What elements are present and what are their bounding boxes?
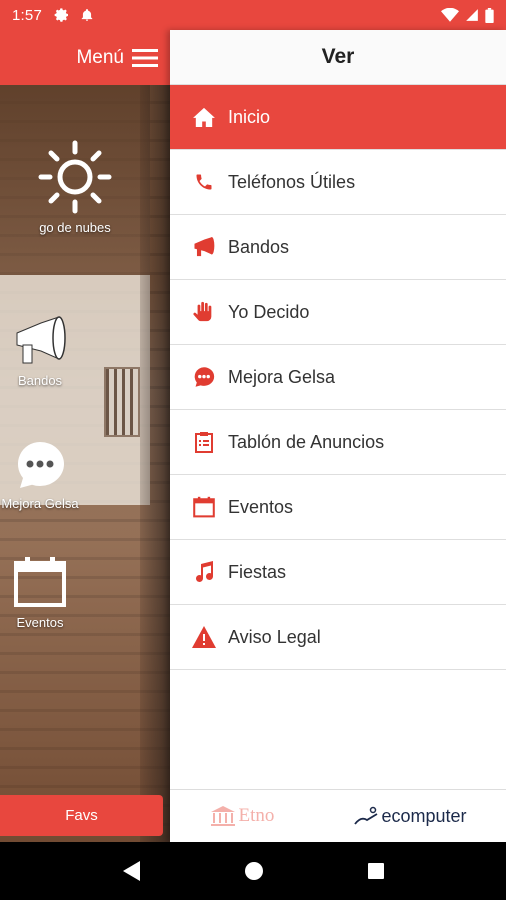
left-item-label: Eventos xyxy=(16,615,64,630)
megaphone-icon xyxy=(192,235,216,259)
warning-icon xyxy=(192,625,216,649)
left-item-weather[interactable]: go de nubes xyxy=(0,140,150,235)
signal-icon xyxy=(466,9,478,21)
drawer-item-tablon[interactable]: Tablón de Anuncios xyxy=(170,410,506,475)
background-photo: go de nubes Bandos Mejora Gelsa Eventos xyxy=(0,85,170,842)
temple-icon xyxy=(210,806,235,826)
left-item-label: go de nubes xyxy=(39,220,111,235)
left-item-eventos[interactable]: Eventos xyxy=(0,555,115,630)
drawer-item-eventos[interactable]: Eventos xyxy=(170,475,506,540)
drawer-item-label: Tablón de Anuncios xyxy=(228,431,385,452)
drawer-item-aviso-legal[interactable]: Aviso Legal xyxy=(170,605,506,670)
drawer-footer: Etno ecomputer xyxy=(170,789,506,842)
background-app-panel: Menú go de nubes Bandos Mejora Gelsa Eve… xyxy=(0,30,170,842)
drawer-item-label: Yo Decido xyxy=(228,301,310,322)
drawer-item-fiestas[interactable]: Fiestas xyxy=(170,540,506,605)
back-icon[interactable] xyxy=(121,860,141,882)
hamburger-menu-icon[interactable] xyxy=(132,48,158,68)
drawer-item-label: Inicio xyxy=(228,106,271,127)
drawer-item-label: Aviso Legal xyxy=(228,626,321,647)
drawer-item-label: Teléfonos Útiles xyxy=(228,171,356,192)
phone-icon xyxy=(192,170,216,194)
menu-label[interactable]: Menú xyxy=(76,47,124,69)
system-navigation-bar xyxy=(0,842,506,900)
reclining-figure-icon xyxy=(354,806,378,825)
drawer-item-label: Bandos xyxy=(228,236,290,257)
calendar-icon xyxy=(14,557,66,607)
etno-logo-text: Etno xyxy=(238,805,275,826)
left-app-header: Menú xyxy=(0,30,170,85)
calendar-icon xyxy=(192,495,216,519)
left-item-mejora[interactable]: Mejora Gelsa xyxy=(0,440,115,511)
navigation-drawer: Ver Inicio Teléfonos Útiles Bandos Yo De… xyxy=(170,30,506,842)
settings-icon xyxy=(54,8,68,22)
drawer-item-label: Mejora Gelsa xyxy=(228,366,336,387)
drawer-item-bandos[interactable]: Bandos xyxy=(170,215,506,280)
drawer-item-yo-decido[interactable]: Yo Decido xyxy=(170,280,506,345)
favs-button[interactable]: Favs xyxy=(0,795,163,836)
hand-icon xyxy=(192,300,216,324)
sun-icon xyxy=(38,140,112,214)
chat-bubble-icon xyxy=(192,365,216,389)
drawer-item-telefonos[interactable]: Teléfonos Útiles xyxy=(170,150,506,215)
chat-bubble-icon xyxy=(17,441,64,488)
music-note-icon xyxy=(192,560,216,584)
etno-logo[interactable]: Etno xyxy=(210,805,275,827)
status-bar: 1:57 xyxy=(0,0,506,30)
battery-icon xyxy=(485,7,494,23)
clipboard-icon xyxy=(192,430,216,454)
drawer-item-label: Fiestas xyxy=(228,561,287,582)
recents-icon[interactable] xyxy=(367,862,385,880)
drawer-item-mejora-gelsa[interactable]: Mejora Gelsa xyxy=(170,345,506,410)
ecomputer-logo-text: ecomputer xyxy=(381,805,467,826)
left-item-label: Bandos xyxy=(17,373,63,388)
wifi-icon xyxy=(441,8,459,22)
home-icon xyxy=(192,105,216,129)
left-item-bandos[interactable]: Bandos xyxy=(0,315,115,388)
home-button-icon[interactable] xyxy=(244,861,264,881)
notification-bell-icon xyxy=(81,9,93,21)
status-time: 1:57 xyxy=(12,6,42,24)
drawer-title: Ver xyxy=(170,30,506,85)
ecomputer-logo[interactable]: ecomputer xyxy=(353,806,466,827)
drawer-item-label: Eventos xyxy=(228,496,294,517)
drawer-item-inicio[interactable]: Inicio xyxy=(170,85,506,150)
drawer-menu-list: Inicio Teléfonos Útiles Bandos Yo Decido… xyxy=(170,85,506,670)
left-item-label: Mejora Gelsa xyxy=(1,496,79,511)
megaphone-icon xyxy=(16,316,66,364)
